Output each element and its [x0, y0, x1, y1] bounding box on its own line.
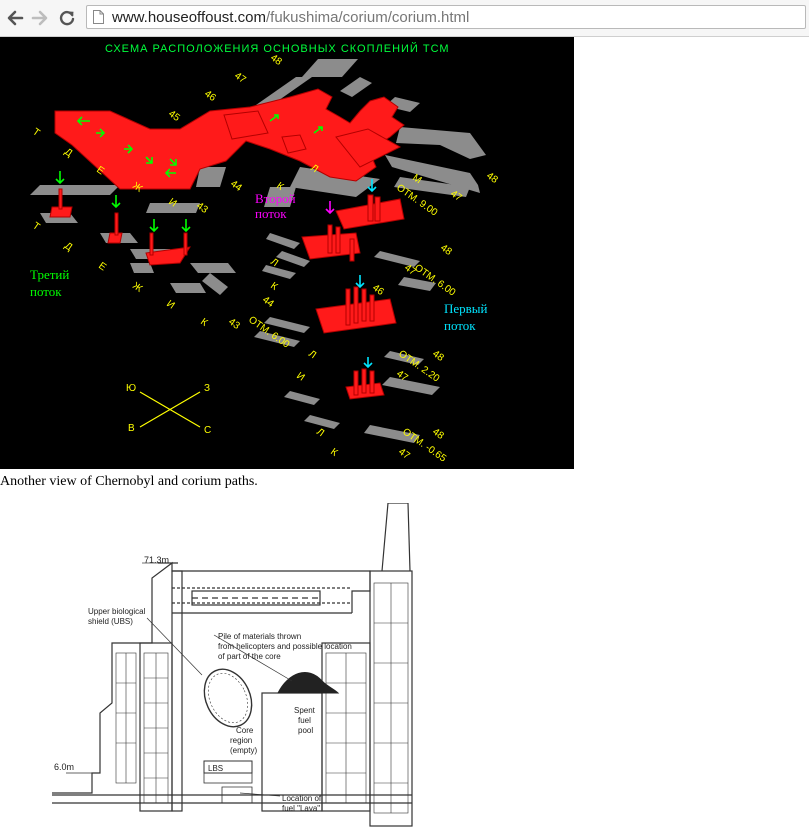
lava-label-line1: Location of [282, 794, 322, 803]
back-button[interactable] [3, 6, 27, 30]
reload-button[interactable] [55, 6, 79, 30]
axis-number: 48 [430, 348, 446, 364]
url-text[interactable]: www.houseoffoust.com/fukushima/corium/co… [112, 8, 469, 27]
forward-button[interactable] [28, 6, 52, 30]
axis-number: 44 [228, 178, 244, 194]
spent-fuel-label-line2: fuel [298, 716, 311, 725]
compass-east: В [128, 423, 135, 434]
ubs-label-line2: shield (UBS) [88, 617, 133, 626]
axis-number: 45 [166, 108, 182, 124]
spent-fuel-label-line1: Spent [294, 706, 316, 715]
row-letter: Е [96, 260, 108, 273]
compass-rose [139, 391, 201, 428]
elevation-top-label: 71.3m [144, 555, 169, 565]
first-flow-label-line1: Первый [444, 301, 488, 316]
figure-caption: Another view of Chernobyl and corium pat… [0, 474, 258, 489]
reload-icon [59, 10, 75, 26]
browser-toolbar: www.houseoffoust.com/fukushima/corium/co… [0, 0, 809, 37]
corium-scheme-image: СХЕМА РАСПОЛОЖЕНИЯ ОСНОВНЫХ СКОПЛЕНИЙ ТС… [0, 37, 574, 469]
compass-west: З [204, 383, 210, 394]
back-arrow-icon [7, 10, 24, 26]
axis-number: 48 [430, 426, 446, 442]
core-label-line3: (empty) [230, 746, 257, 755]
third-flow-label-line2: поток [30, 284, 62, 299]
page-icon [93, 10, 104, 24]
elevation-bottom-label: 6.0m [54, 762, 74, 772]
pile-label-line1: Pile of materials thrown [218, 632, 301, 641]
pile-label-line2: from helicopters and possible location [218, 642, 352, 651]
row-letter: Ж [130, 280, 145, 295]
second-flow-arrow [325, 201, 335, 215]
row-letter: Т [30, 220, 41, 233]
address-bar[interactable]: www.houseoffoust.com/fukushima/corium/co… [86, 5, 806, 29]
axis-number: 48 [484, 170, 500, 186]
compass-north: С [204, 425, 211, 436]
axis-number: 43 [226, 316, 242, 332]
pile-label-line3: of part of the core [218, 652, 281, 661]
second-flow-label-line2: поток [255, 206, 287, 221]
core-label-line1: Core [236, 726, 254, 735]
lava-label-line2: fuel "Lava" [282, 804, 320, 813]
url-path: /fukushima/corium/corium.html [265, 9, 470, 26]
row-letter: К [328, 446, 339, 458]
spent-fuel-label-line3: pool [298, 726, 313, 735]
row-letter: Л [306, 348, 318, 361]
second-flow-label-line1: Второй [255, 191, 296, 206]
row-letter: Т [30, 126, 41, 139]
url-host: www.houseoffoust.com [112, 9, 266, 26]
row-letter: К [268, 280, 279, 292]
row-letter: И [164, 298, 176, 311]
axis-number: 44 [260, 294, 276, 310]
row-letter: И [294, 370, 306, 383]
third-flow-label-line1: Третий [30, 267, 69, 282]
first-flow-label-line2: поток [444, 318, 476, 333]
compass-south: Ю [126, 383, 136, 394]
axis-number: 48 [438, 242, 454, 258]
forward-arrow-icon [31, 10, 48, 26]
axis-number: 47 [232, 70, 248, 86]
axis-number: 47 [396, 446, 412, 462]
axis-number: 43 [194, 200, 210, 216]
row-letter: Л [314, 426, 326, 439]
reactor-cross-section-image: 71.3m 6.0m Upper biological shield (UBS)… [52, 503, 414, 828]
row-letter: Д [62, 240, 74, 253]
lbs-label: LBS [208, 764, 223, 773]
row-letter: К [198, 316, 209, 328]
axis-number: 46 [202, 88, 218, 104]
row-letter: Д [62, 146, 74, 159]
scheme-title: СХЕМА РАСПОЛОЖЕНИЯ ОСНОВНЫХ СКОПЛЕНИЙ ТС… [105, 42, 450, 55]
core-label-line2: region [230, 736, 252, 745]
ubs-label-line1: Upper biological [88, 607, 146, 616]
